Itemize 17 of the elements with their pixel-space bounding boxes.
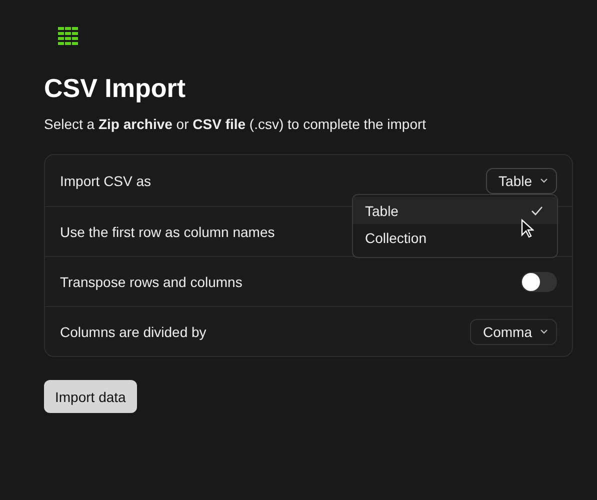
- dropdown-select[interactable]: Table: [486, 168, 557, 194]
- menu-option[interactable]: Collection: [353, 224, 557, 251]
- setting-label: Transpose rows and columns: [60, 274, 242, 290]
- checkmark-icon: [531, 206, 543, 216]
- setting-label: Import CSV as: [60, 172, 152, 188]
- chevron-down-icon: [540, 329, 548, 334]
- setting-label: Use the first row as column names: [60, 224, 275, 240]
- toggle-switch[interactable]: [521, 272, 557, 292]
- page-title: CSV Import: [44, 73, 186, 104]
- mouse-pointer-icon: [521, 219, 534, 238]
- grid-logo-icon: [58, 27, 78, 45]
- dropdown-select[interactable]: Comma: [470, 318, 557, 344]
- setting-label: Columns are divided by: [60, 324, 206, 340]
- chevron-down-icon: [540, 178, 548, 183]
- import-button[interactable]: Import data: [44, 380, 137, 413]
- menu-option[interactable]: Table: [353, 197, 557, 224]
- page-description: Select a Zip archive or CSV file (.csv) to complete the import: [44, 116, 426, 132]
